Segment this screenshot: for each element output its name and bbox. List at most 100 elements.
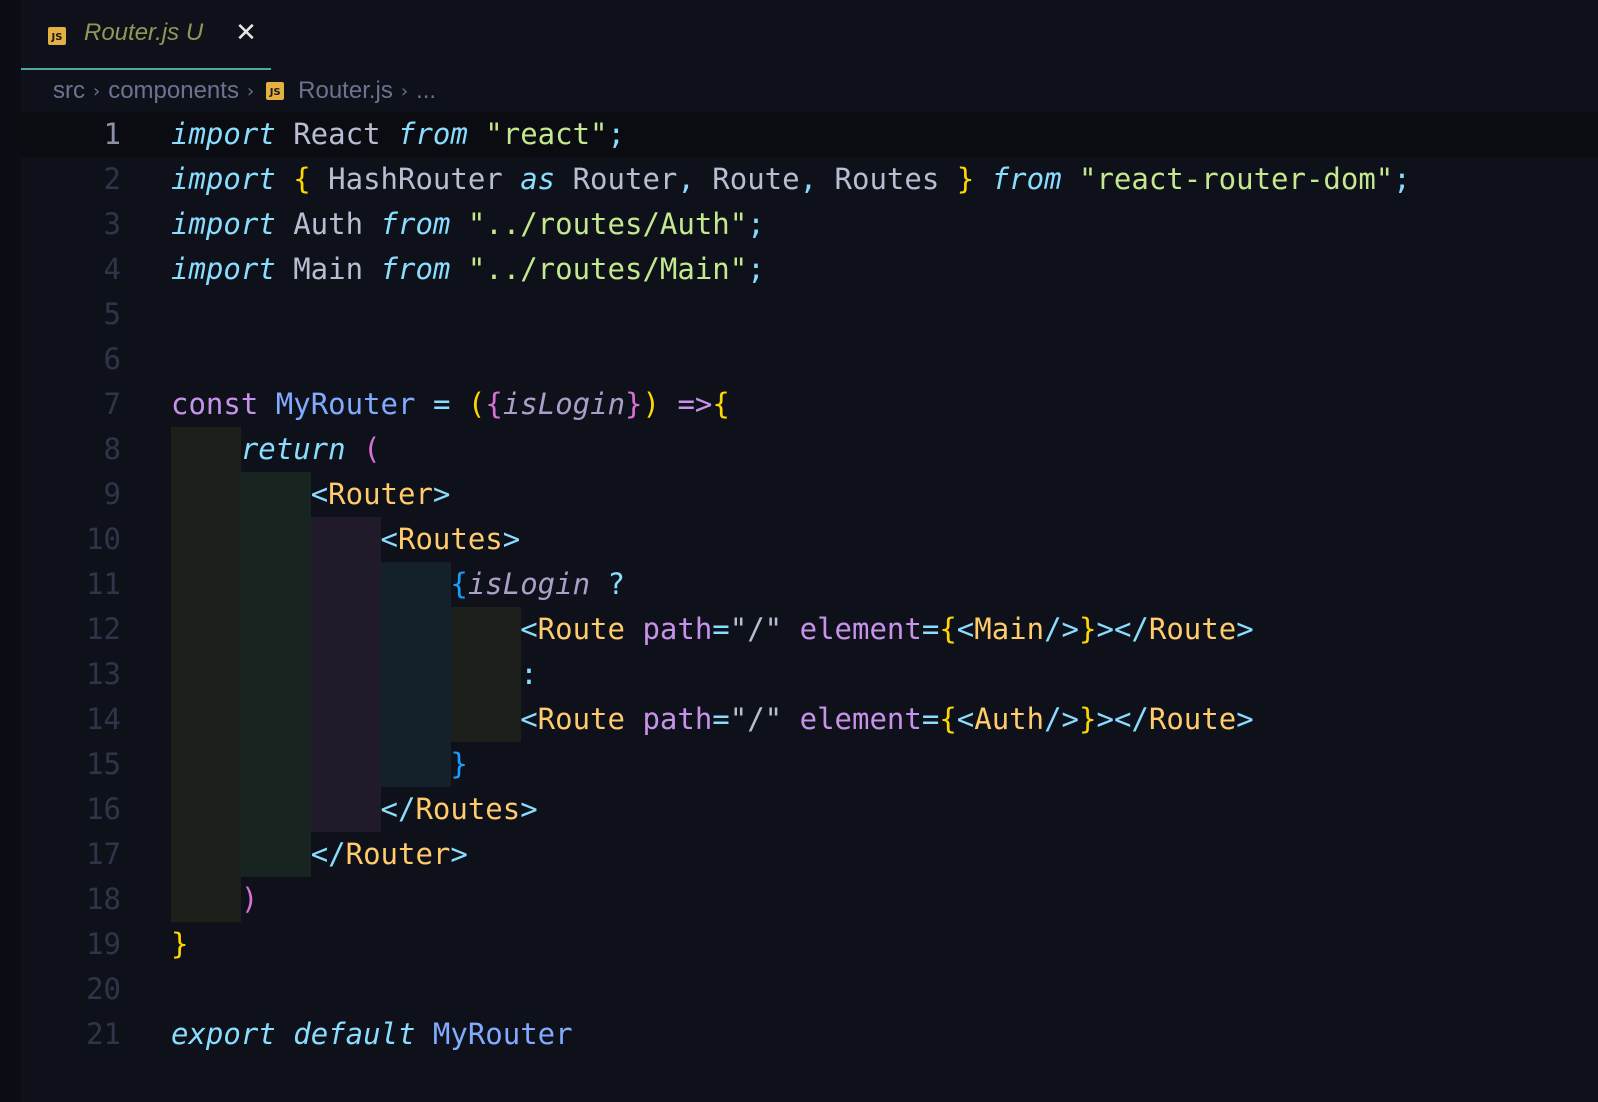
js-file-icon: JS: [266, 82, 285, 100]
tab-router-js[interactable]: JS Router.js U ✕: [21, 0, 271, 70]
code-token: from: [991, 162, 1062, 196]
code-token: Main: [974, 612, 1045, 646]
code-token: =: [921, 612, 940, 646]
code-token: ): [642, 387, 660, 421]
code-token: export: [171, 1017, 276, 1051]
breadcrumb-item-src[interactable]: src: [53, 77, 85, 105]
code-token: {: [939, 702, 957, 736]
code-token: ?: [607, 567, 625, 601]
code-token: }: [1079, 702, 1097, 736]
code-token: HashRouter: [310, 162, 521, 196]
code-token: <: [956, 702, 975, 736]
line-number: 16: [86, 792, 121, 826]
chevron-right-icon: ›: [93, 80, 101, 102]
code-token: React: [275, 117, 398, 151]
code-token: Auth: [275, 207, 381, 241]
code-token: "/": [729, 612, 783, 646]
code-token: path: [642, 612, 713, 646]
close-icon[interactable]: ✕: [233, 18, 259, 48]
editor-tab-bar: JS Router.js U ✕: [21, 0, 1598, 70]
code-token: </: [380, 792, 416, 826]
line-number: 18: [86, 882, 121, 916]
breadcrumb-item-symbols[interactable]: ...: [416, 77, 436, 105]
code-token: Router: [345, 837, 451, 871]
code-token: ></: [1096, 702, 1149, 736]
code-token: as: [520, 162, 556, 196]
code-token: "../routes/Auth": [467, 207, 748, 241]
code-token: }: [956, 162, 975, 196]
line-number: 9: [103, 477, 121, 511]
breadcrumb: src › components › JS Router.js › ...: [53, 74, 436, 108]
code-token: ): [240, 882, 259, 916]
code-text: import React from "react";: [171, 112, 625, 157]
code-token: {: [485, 387, 503, 421]
code-token: isLogin: [467, 567, 591, 601]
code-token: import: [171, 207, 276, 241]
code-editor[interactable]: 1 import React from "react"; 2 import { Has…: [21, 112, 1598, 1102]
code-token: isLogin: [502, 387, 626, 421]
code-token: "/": [729, 702, 783, 736]
code-token: >: [1236, 702, 1254, 736]
line-number: 2: [103, 162, 121, 196]
code-token: >: [1236, 612, 1254, 646]
code-token: =: [432, 387, 451, 421]
code-token: Routes: [817, 162, 957, 196]
code-token: >: [450, 837, 468, 871]
code-token: import: [171, 252, 276, 286]
code-token: =>: [677, 387, 713, 421]
breadcrumb-item-file[interactable]: Router.js: [298, 77, 393, 105]
code-text: <Router>: [171, 472, 451, 517]
code-text: :: [171, 652, 537, 697]
line-number: 1: [103, 117, 121, 151]
code-token: }: [1079, 612, 1097, 646]
code-text: const MyRouter = ({isLogin}) =>{: [171, 382, 730, 427]
line-number: 10: [86, 522, 121, 556]
line-number: 11: [86, 567, 121, 601]
code-text: return (: [171, 427, 381, 472]
line-number: 21: [86, 1017, 121, 1051]
code-text: }: [171, 922, 188, 967]
code-token: element: [799, 702, 922, 736]
code-token: Route: [1148, 612, 1237, 646]
code-text: import Main from "../routes/Main";: [171, 247, 765, 292]
code-token: "react-router-dom": [1079, 162, 1394, 196]
line-number: 20: [86, 972, 121, 1006]
code-text: </Routes>: [171, 787, 538, 832]
line-number: 15: [86, 747, 121, 781]
code-token: ;: [747, 207, 765, 241]
code-token: =: [712, 702, 730, 736]
line-number: 4: [103, 252, 121, 286]
code-token: {: [293, 162, 311, 196]
code-token: return: [240, 432, 346, 466]
js-file-icon: JS: [48, 27, 66, 45]
code-text: <Route path="/" element={<Main/>}></Rout…: [171, 607, 1254, 652]
chevron-right-icon: ›: [246, 80, 255, 102]
code-text: </Router>: [171, 832, 468, 877]
code-token: Auth: [974, 702, 1045, 736]
code-token: =: [921, 702, 940, 736]
code-text: <Routes>: [171, 517, 521, 562]
code-token: from: [380, 252, 451, 286]
code-token: ></: [1096, 612, 1149, 646]
code-token: <: [380, 522, 398, 556]
code-token: {: [939, 612, 957, 646]
code-text: ): [171, 877, 258, 922]
code-token: (: [363, 432, 381, 466]
breadcrumb-item-components[interactable]: components: [108, 77, 239, 105]
code-token: from: [380, 207, 451, 241]
code-token: }: [450, 747, 468, 781]
code-token: import: [171, 162, 276, 196]
code-text: {isLogin ?: [171, 562, 625, 607]
line-number: 3: [103, 207, 121, 241]
